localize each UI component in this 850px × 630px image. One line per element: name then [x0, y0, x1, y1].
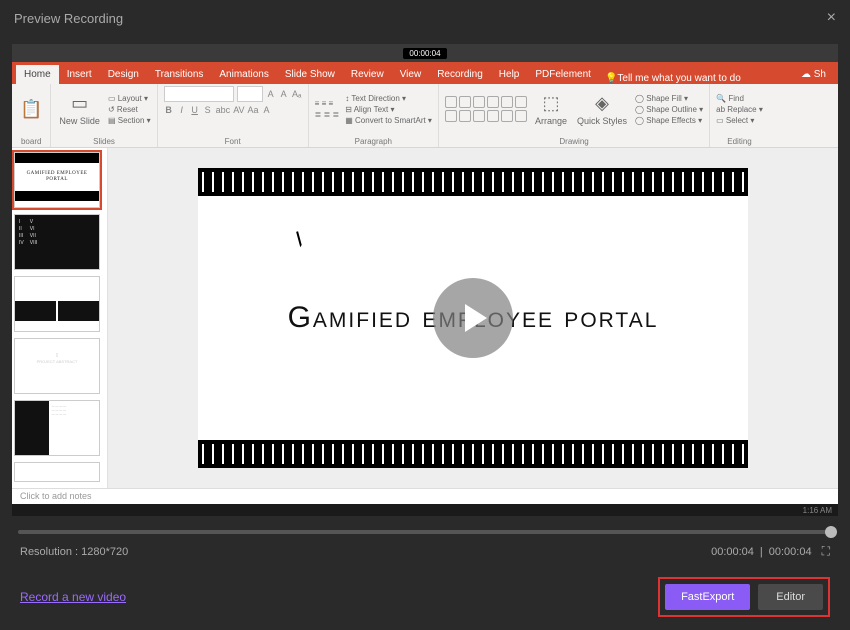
- clear-button[interactable]: abc: [216, 105, 231, 115]
- close-icon[interactable]: ×: [827, 9, 836, 27]
- timecode: 00:00:04: [403, 48, 446, 59]
- quickstyles-button[interactable]: ◈Quick Styles: [575, 91, 629, 128]
- tab-view[interactable]: View: [392, 65, 430, 84]
- notes-pane[interactable]: Click to add notes: [12, 488, 838, 504]
- tab-help[interactable]: Help: [491, 65, 528, 84]
- ribbon-tabs: Home Insert Design Transitions Animation…: [12, 62, 838, 84]
- thumb-5[interactable]: — — — —— — — —— — — —: [14, 400, 100, 456]
- shape-fill[interactable]: ◯ Shape Fill ▾: [635, 94, 703, 103]
- tab-review[interactable]: Review: [343, 65, 392, 84]
- group-label: Slides: [57, 136, 150, 147]
- new-slide-button[interactable]: ▭ New Slide: [57, 91, 102, 128]
- new-slide-icon: ▭: [71, 93, 88, 114]
- find-button[interactable]: 🔍 Find: [716, 94, 763, 103]
- fullscreen-icon[interactable]: ⛶: [822, 544, 830, 559]
- tab-design[interactable]: Design: [100, 65, 147, 84]
- arrange-icon: ⬚: [542, 93, 559, 114]
- text-direction[interactable]: ↕ Text Direction ▾: [345, 94, 432, 103]
- tab-recording[interactable]: Recording: [429, 65, 491, 84]
- section-button[interactable]: ▤ Section ▾: [108, 116, 151, 125]
- ribbon: 📋 board ▭ New Slide ▭ Layout ▾ ↺ Reset ▤ …: [12, 84, 838, 148]
- player-controls: 00:00:04: [12, 44, 838, 62]
- new-slide-label: New Slide: [59, 116, 100, 126]
- group-paragraph: ≡ ≡ ≡≣ ≣ ≣ ↕ Text Direction ▾ ⊟ Align Te…: [309, 84, 439, 147]
- select-button[interactable]: ▭ Select ▾: [716, 116, 763, 125]
- thumb-2[interactable]: IIIIIIIVVVIVIIVIII: [14, 214, 100, 270]
- thumb-6[interactable]: [14, 462, 100, 482]
- smartart[interactable]: ▦ Convert to SmartArt ▾: [345, 116, 432, 125]
- shape-gallery[interactable]: [445, 96, 527, 122]
- font-family-input[interactable]: [164, 86, 234, 102]
- slide-thumbnails: GAMIFIED EMPLOYEE PORTAL IIIIIIIVVVIVIIV…: [12, 148, 108, 488]
- slide-canvas: Gamified employee portal: [108, 148, 838, 488]
- bold-button[interactable]: B: [164, 105, 174, 115]
- thumb-3[interactable]: [14, 276, 100, 332]
- export-buttons: FastExport Editor: [658, 577, 830, 617]
- clock: 1:16 AM: [803, 506, 832, 515]
- paste-button[interactable]: 📋: [18, 97, 44, 122]
- group-editing: 🔍 Find ab Replace ▾ ▭ Select ▾ Editing: [710, 84, 769, 147]
- group-font: AAAₐ B I U S abc AV Aa A Font: [158, 84, 309, 147]
- group-label: Font: [164, 136, 302, 147]
- color-button[interactable]: A: [262, 105, 272, 115]
- arrange-button[interactable]: ⬚Arrange: [533, 91, 569, 128]
- group-label: Editing: [716, 136, 763, 147]
- tab-pdfelement[interactable]: PDFelement: [527, 65, 599, 84]
- play-icon[interactable]: [433, 278, 513, 358]
- recording-preview: 00:00:04 Home Insert Design Transitions …: [12, 44, 838, 504]
- editor-button[interactable]: Editor: [758, 584, 823, 610]
- thumb-4[interactable]: IPROJECT ABSTRACT: [14, 338, 100, 394]
- align-text[interactable]: ⊟ Align Text ▾: [345, 105, 432, 114]
- tab-transitions[interactable]: Transitions: [147, 65, 212, 84]
- italic-button[interactable]: I: [177, 105, 187, 115]
- tab-insert[interactable]: Insert: [59, 65, 100, 84]
- quickstyles-icon: ◈: [595, 93, 609, 114]
- time-current: 00:00:04: [711, 546, 754, 558]
- font-size-input[interactable]: [237, 86, 263, 102]
- strike-button[interactable]: S: [203, 105, 213, 115]
- group-clipboard: 📋 board: [12, 84, 51, 147]
- layout-button[interactable]: ▭ Layout ▾: [108, 94, 151, 103]
- tab-home[interactable]: Home: [16, 65, 59, 84]
- group-drawing: ⬚Arrange ◈Quick Styles ◯ Shape Fill ▾ ◯ …: [439, 84, 710, 147]
- replace-button[interactable]: ab Replace ▾: [716, 105, 763, 114]
- underline-button[interactable]: U: [190, 105, 200, 115]
- group-label: board: [18, 136, 44, 147]
- case-button[interactable]: Aa: [248, 105, 259, 115]
- thumb-1[interactable]: GAMIFIED EMPLOYEE PORTAL: [14, 152, 100, 208]
- scrub-bar[interactable]: [18, 530, 832, 534]
- tellme[interactable]: 💡 Tell me what you want to do: [605, 73, 741, 84]
- spacing-button[interactable]: AV: [233, 105, 244, 115]
- resolution-label: Resolution : 1280*720: [20, 546, 128, 558]
- time-total: 00:00:04: [769, 546, 812, 558]
- border-bottom: [198, 440, 748, 468]
- paste-icon: 📋: [20, 99, 42, 120]
- tab-animations[interactable]: Animations: [211, 65, 276, 84]
- share-button[interactable]: ☁ Sh: [793, 65, 834, 84]
- taskbar: 1:16 AM: [12, 504, 838, 516]
- tellme-label: Tell me what you want to do: [617, 73, 740, 84]
- shape-effects[interactable]: ◯ Shape Effects ▾: [635, 116, 703, 125]
- record-new-link[interactable]: Record a new video: [20, 590, 126, 604]
- group-label: Paragraph: [315, 136, 432, 147]
- window-title: Preview Recording: [14, 11, 123, 26]
- group-slides: ▭ New Slide ▭ Layout ▾ ↺ Reset ▤ Section …: [51, 84, 157, 147]
- group-label: Drawing: [445, 136, 703, 147]
- tab-slideshow[interactable]: Slide Show: [277, 65, 343, 84]
- fastexport-button[interactable]: FastExport: [665, 584, 750, 610]
- share-label: Sh: [814, 69, 826, 80]
- shape-outline[interactable]: ◯ Shape Outline ▾: [635, 105, 703, 114]
- reset-button[interactable]: ↺ Reset: [108, 105, 151, 114]
